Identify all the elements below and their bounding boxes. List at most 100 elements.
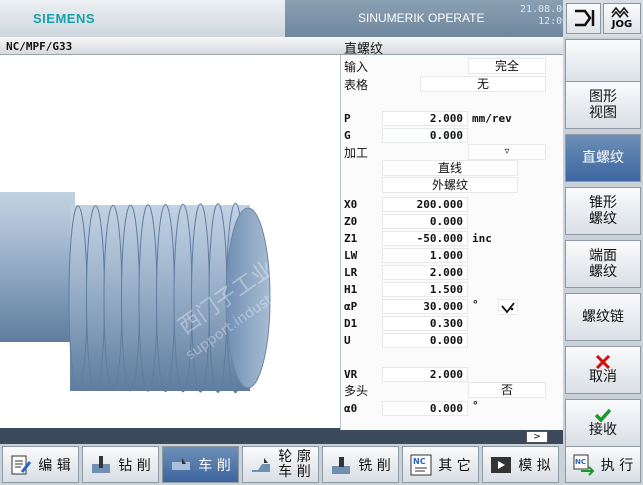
thread-ridge (156, 204, 175, 392)
hsk-simulate[interactable]: 模 拟 (482, 446, 559, 483)
vsk-blank-1[interactable] (565, 39, 641, 87)
vsk-thread-chain-label: 螺纹链 (582, 309, 624, 325)
hsk-other-label: 其 它 (438, 457, 471, 474)
simulate-icon (491, 456, 512, 473)
ap-label: αP (344, 300, 358, 313)
jog-label: JOG (611, 19, 633, 30)
contour-turning-icon (252, 457, 271, 472)
ap-field[interactable]: 30.000 (382, 299, 468, 314)
drilling-icon (92, 455, 111, 473)
z1-unit[interactable]: inc (472, 232, 492, 245)
lw-field[interactable]: 1.000 (382, 248, 468, 263)
z1-label: Z1 (344, 232, 358, 245)
threaded-shaft-graphic: 西门子工业 技术论坛 support.industry.siemens.com (0, 192, 340, 394)
thread-ridge (86, 205, 105, 391)
vsk-taper-thread[interactable]: 锥形 螺纹 (565, 187, 641, 235)
jog-icon (611, 6, 629, 19)
x0-field[interactable]: 200.000 (382, 197, 468, 212)
vsk-accept-label: 接收 (589, 422, 617, 438)
nc-other-icon: NC (410, 454, 432, 475)
table-field[interactable]: 无 (420, 76, 546, 92)
machining-label: 加工 (344, 146, 369, 160)
jog-button[interactable]: JOG (603, 3, 641, 34)
vsk-thread-chain[interactable]: 螺纹链 (565, 293, 641, 341)
turning-icon (172, 457, 191, 470)
date-time: 21.08.06 12:09 (520, 4, 568, 28)
g-field[interactable]: 0.000 (382, 128, 468, 143)
a0-unit: ° (472, 399, 479, 412)
hsk-milling-label: 铣 削 (358, 457, 391, 474)
hsk-turning-label: 车 削 (198, 457, 231, 474)
input-mode-field[interactable]: 完全 (468, 58, 546, 74)
hsk-turning[interactable]: 车 削 (162, 446, 239, 483)
hsk-simulate-label: 模 拟 (518, 457, 551, 474)
machining-select[interactable]: ▿ (468, 144, 546, 160)
p-field[interactable]: 2.000 (382, 111, 468, 126)
multi-start-select[interactable]: 否 (468, 382, 546, 398)
date-text: 21.08.06 (520, 4, 569, 15)
lr-label: LR (344, 266, 358, 279)
vsk-cancel-label: 取消 (589, 369, 617, 385)
path-bar (0, 37, 563, 55)
vsk-cancel[interactable]: 取消 (565, 346, 641, 394)
a0-field[interactable]: 0.000 (382, 401, 468, 416)
a0-label: α0 (344, 402, 358, 415)
vsk-face-thread[interactable]: 端面 螺纹 (565, 240, 641, 288)
milling-icon (332, 456, 351, 474)
p-unit: mm/rev (472, 112, 512, 125)
svg-text:NC: NC (575, 458, 586, 466)
top-right-keys: JOG (563, 0, 643, 37)
hsk-contour-turning-label: 轮 廓 车 削 (278, 448, 311, 480)
thread-type-select[interactable]: 直线 (382, 160, 518, 176)
vsk-face-thread-label: 端面 螺纹 (589, 248, 617, 280)
edit-icon (11, 455, 32, 474)
thread-ridge (121, 204, 140, 392)
thread-side-select[interactable]: 外螺纹 (382, 177, 518, 193)
h1-label: H1 (344, 283, 358, 296)
app-title: SINUMERIK OPERATE (358, 11, 485, 25)
vr-field[interactable]: 2.000 (382, 367, 468, 382)
vsk-graphic-view-label: 图形 视图 (589, 89, 617, 121)
siemens-logo: SIEMENS (33, 11, 96, 26)
lr-field[interactable]: 2.000 (382, 265, 468, 280)
thread-preview: 西门子工业 技术论坛 support.industry.siemens.com (0, 55, 340, 428)
u-field[interactable]: 0.000 (382, 333, 468, 348)
hsk-execute[interactable]: NC 执 行 (565, 446, 641, 483)
hsk-drilling[interactable]: 钻 削 (82, 446, 159, 483)
recall-icon (575, 9, 595, 27)
vertical-softkey-bar: 图形 视图 直螺纹 锥形 螺纹 端面 螺纹 螺纹链 取消 接收 (563, 37, 643, 485)
thread-ridge (138, 204, 158, 392)
vsk-taper-thread-label: 锥形 螺纹 (589, 195, 617, 227)
infeed-icon (501, 302, 515, 314)
input-label: 输入 (344, 60, 369, 74)
u-label: U (344, 334, 351, 347)
hsk-milling[interactable]: 铣 削 (322, 446, 399, 483)
vsk-accept[interactable]: 接收 (565, 399, 641, 447)
thread-ridge (173, 203, 193, 393)
ap-unit: ° (472, 298, 479, 311)
accept-icon (594, 408, 612, 422)
vsk-graphic-view[interactable]: 图形 视图 (565, 81, 641, 129)
recall-button[interactable] (566, 3, 601, 34)
hsk-edit[interactable]: 编 辑 (2, 446, 79, 483)
scroll-right-button[interactable]: > (526, 431, 548, 443)
vsk-straight-thread[interactable]: 直螺纹 (565, 134, 641, 182)
hsk-other[interactable]: NC 其 它 (402, 446, 479, 483)
hsk-drilling-label: 钻 削 (118, 457, 151, 474)
thread-ridge (68, 205, 88, 391)
z0-field[interactable]: 0.000 (382, 214, 468, 229)
d1-field[interactable]: 0.300 (382, 316, 468, 331)
hsk-edit-label: 编 辑 (38, 457, 71, 474)
g-label: G (344, 129, 351, 142)
vsk-straight-thread-label: 直螺纹 (582, 150, 624, 166)
hsk-execute-label: 执 行 (600, 457, 634, 474)
x0-label: X0 (344, 198, 358, 211)
z1-field[interactable]: -50.000 (382, 231, 468, 246)
program-path: NC/MPF/G33 (6, 40, 73, 53)
h1-field[interactable]: 1.500 (382, 282, 468, 297)
table-label: 表格 (344, 78, 369, 92)
cancel-icon (595, 355, 611, 369)
infeed-select[interactable] (498, 299, 518, 315)
hsk-contour-turning[interactable]: 轮 廓 车 削 (242, 446, 319, 483)
svg-text:NC: NC (413, 457, 426, 466)
